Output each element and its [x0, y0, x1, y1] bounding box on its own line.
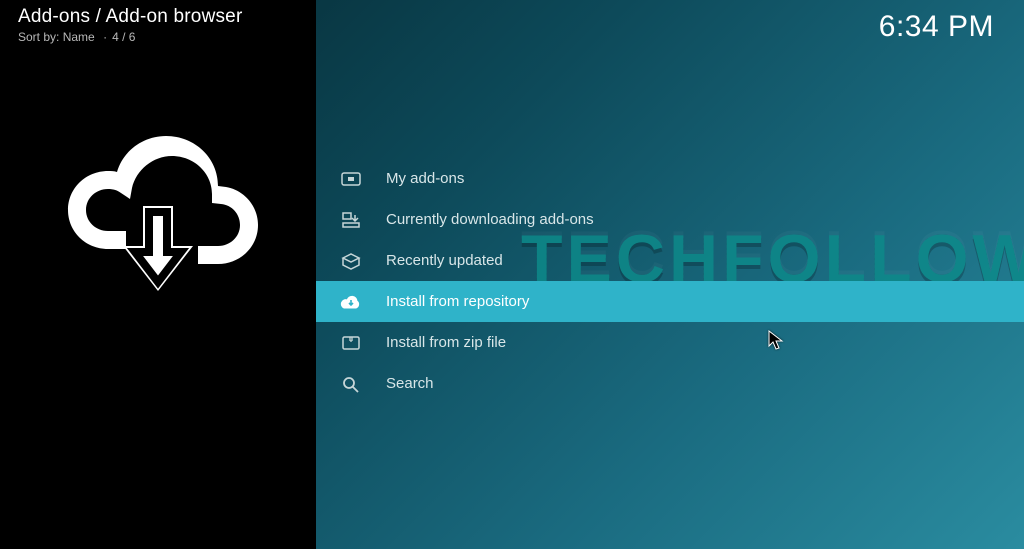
cloud-install-icon: [338, 291, 364, 313]
addons-icon: [338, 168, 364, 190]
menu-item-label: Currently downloading add-ons: [386, 211, 594, 228]
app-root: Add-ons / Add-on browser Sort by: Name 4…: [0, 0, 1024, 549]
clock: 6:34 PM: [879, 10, 994, 44]
sidebar-subheader: Sort by: Name 4 / 6: [18, 30, 304, 44]
menu-item-label: Install from repository: [386, 293, 529, 310]
menu-item-search[interactable]: Search: [316, 363, 1024, 404]
sidebar: Add-ons / Add-on browser Sort by: Name 4…: [0, 0, 316, 549]
menu-item-install-from-zip[interactable]: Install from zip file: [316, 322, 1024, 363]
item-counter: 4 / 6: [112, 30, 135, 44]
cloud-download-icon: [53, 116, 263, 296]
menu-item-label: Search: [386, 375, 434, 392]
menu-item-label: Install from zip file: [386, 334, 506, 351]
menu-item-install-from-repository[interactable]: Install from repository: [316, 281, 1024, 322]
download-icon: [338, 209, 364, 231]
sidebar-hero: [0, 116, 316, 296]
main-panel: 6:34 PM TECHFOLLOWS My add-ons Currently…: [316, 0, 1024, 549]
zip-icon: [338, 332, 364, 354]
menu-item-currently-downloading[interactable]: Currently downloading add-ons: [316, 199, 1024, 240]
separator-dot: [98, 30, 112, 44]
search-icon: [338, 373, 364, 395]
sidebar-header: Add-ons / Add-on browser Sort by: Name 4…: [0, 0, 316, 46]
menu-item-my-addons[interactable]: My add-ons: [316, 158, 1024, 199]
menu-item-recently-updated[interactable]: Recently updated: [316, 240, 1024, 281]
menu-list: My add-ons Currently downloading add-ons…: [316, 158, 1024, 404]
breadcrumb: Add-ons / Add-on browser: [18, 6, 304, 28]
package-icon: [338, 250, 364, 272]
sort-value[interactable]: Name: [63, 30, 95, 44]
menu-item-label: Recently updated: [386, 252, 503, 269]
menu-item-label: My add-ons: [386, 170, 464, 187]
sort-label: Sort by:: [18, 30, 59, 44]
